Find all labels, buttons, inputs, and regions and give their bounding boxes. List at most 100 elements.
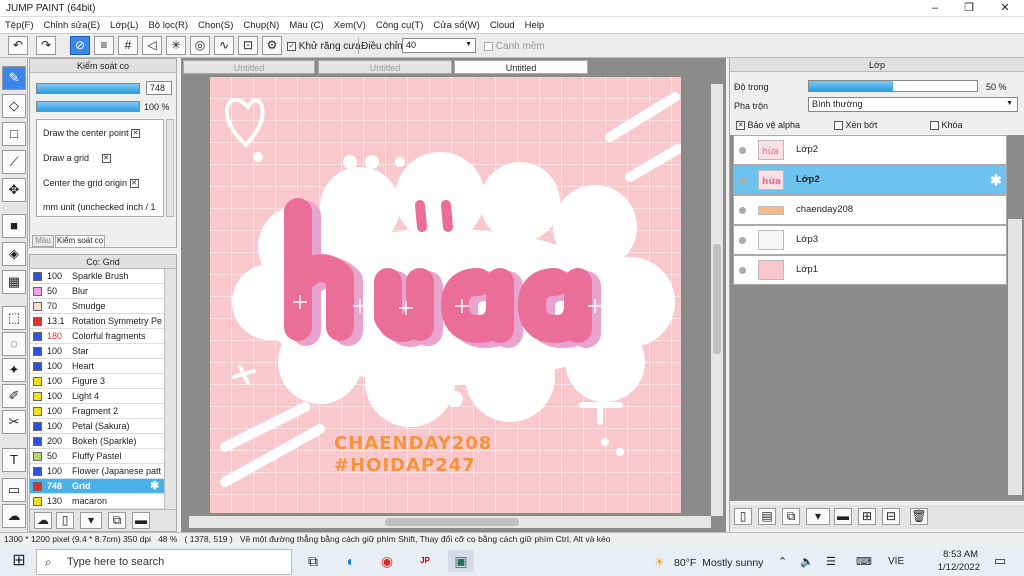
jump-paint-app-icon[interactable]: JP [412, 550, 438, 572]
menu-file[interactable]: Tệp(F) [0, 17, 39, 31]
layer-opacity-slider[interactable] [808, 80, 978, 92]
network-icon[interactable]: ☰ [826, 555, 836, 568]
layer-visibility-icon[interactable] [739, 267, 746, 274]
layer-row[interactable]: Lớp1 [733, 255, 1007, 285]
magic-wand-icon[interactable]: ✦ [2, 358, 26, 382]
edge-browser-icon[interactable]: ◐ [338, 550, 364, 572]
gradient-tool-icon[interactable]: ▦ [2, 270, 26, 294]
circle-snap-icon[interactable]: ◎ [190, 36, 210, 55]
chrome-icon[interactable]: ◉ [374, 550, 400, 572]
volume-icon[interactable]: 🔈 [800, 555, 814, 568]
brush-row-selected[interactable]: 748 Grid ✱ [30, 479, 164, 494]
text-tool-icon[interactable]: T [2, 448, 26, 472]
layer-add-menu-icon[interactable]: ▾ [806, 508, 830, 525]
weather-widget[interactable]: 80°F Mostly sunny [674, 557, 763, 569]
select-pen-icon[interactable]: ✐ [2, 384, 26, 408]
brush-copy-icon[interactable]: ⧉ [108, 512, 126, 529]
layer-mask-icon[interactable]: ⊟ [882, 508, 900, 525]
active-app-icon[interactable]: ▣ [448, 550, 474, 572]
layer-row[interactable]: hừa Lớp2 [733, 135, 1007, 165]
layer-visibility-icon[interactable] [739, 177, 746, 184]
brush-row[interactable]: 180 Colorful fragments [30, 329, 164, 344]
menu-cloud[interactable]: Cloud [485, 17, 520, 31]
maximize-button[interactable]: ❐ [952, 0, 986, 17]
snap-checkbox[interactable] [484, 41, 493, 51]
menu-capture[interactable]: Chụp(N) [238, 17, 284, 31]
select-eraser-icon[interactable]: ✂ [2, 410, 26, 434]
task-view-icon[interactable]: ⧉ [300, 550, 326, 572]
tab-untitled-2[interactable]: Untitled [318, 60, 452, 74]
brush-row[interactable]: 200 Bokeh (Sparkle) [30, 434, 164, 449]
blend-select[interactable]: Bình thường ▼ [808, 97, 1018, 112]
merge-layer-icon[interactable]: ⊞ [858, 508, 876, 525]
options-scrollbar[interactable] [166, 119, 174, 217]
tab-untitled-1[interactable]: Untitled [183, 60, 315, 74]
select-rect-icon[interactable]: ⬚ [2, 306, 26, 330]
lasso-tool-icon[interactable]: ◌ [2, 332, 26, 356]
rect-select-icon[interactable]: □ [2, 122, 26, 146]
ruler-icon[interactable]: ⊡ [238, 36, 258, 55]
brush-row[interactable]: 100 Heart [30, 359, 164, 374]
brush-row[interactable]: 100 Flower (Japanese patt [30, 464, 164, 479]
menu-window[interactable]: Cửa sổ(W) [428, 17, 484, 31]
layer-settings-gear-icon[interactable]: ✱ [990, 172, 1002, 189]
brush-size-slider[interactable] [36, 83, 140, 94]
brush-row[interactable]: 100 Petal (Sakura) [30, 419, 164, 434]
menu-help[interactable]: Help [520, 17, 550, 31]
brush-row[interactable]: 100 Star [30, 344, 164, 359]
brush-row[interactable]: 70 Smudge [30, 299, 164, 314]
fill-rect-icon[interactable]: ■ [2, 214, 26, 238]
brush-row[interactable]: 13.1 Rotation Symmetry Pe [30, 314, 164, 329]
new-vector-layer-icon[interactable]: ▤ [758, 508, 776, 525]
brush-row[interactable]: 100 Light 4 [30, 389, 164, 404]
brush-folder-icon[interactable]: ▬ [132, 512, 150, 529]
tray-chevron-icon[interactable]: ⌃ [778, 555, 787, 568]
brush-row[interactable]: 100 Figure 3 [30, 374, 164, 389]
menu-select[interactable]: Chọn(S) [193, 17, 238, 31]
canvas-hscroll[interactable] [189, 516, 711, 528]
pen-tool-icon[interactable]: ✎ [2, 66, 26, 90]
brush-row[interactable]: 50 Blur [30, 284, 164, 299]
layer-row[interactable]: Lớp3 [733, 225, 1007, 255]
brush-tool-icon[interactable]: ⟋ [2, 150, 26, 174]
menu-layer[interactable]: Lớp(L) [105, 17, 143, 31]
layer-visibility-icon[interactable] [739, 207, 746, 214]
menu-view[interactable]: Xem(V) [329, 17, 371, 31]
artwork-canvas[interactable]: CHAENDAY208 #HOIDAP247 [210, 77, 681, 513]
minimize-button[interactable]: – [918, 0, 952, 17]
hscroll-thumb[interactable] [385, 518, 519, 526]
brush-settings-gear-icon[interactable]: ✱ [150, 479, 159, 493]
grid-snap-icon[interactable]: # [118, 36, 138, 55]
antialias-checkbox[interactable]: ✓ [287, 41, 296, 51]
brush-row[interactable]: 50 Fluffy Pastel [30, 449, 164, 464]
tab-untitled-3[interactable]: Untitled [454, 60, 588, 74]
vscroll-thumb[interactable] [713, 244, 721, 354]
brush-cloud-icon[interactable]: ☁ [34, 512, 52, 529]
center-grid-checkbox[interactable]: ✕ [129, 179, 139, 189]
layer-folder-icon[interactable]: ▬ [834, 508, 852, 525]
brush-size-value[interactable]: 748 [146, 81, 172, 95]
clock-time[interactable]: 8:53 AM [938, 549, 978, 560]
brush-opacity-slider[interactable] [36, 101, 140, 112]
perspective-snap-icon[interactable]: ◁ [142, 36, 162, 55]
canvas-vscroll[interactable] [711, 84, 723, 516]
adjust-input[interactable]: 40 ▼ [402, 38, 476, 53]
clock-date[interactable]: 1/12/2022 [934, 562, 980, 573]
menu-tools[interactable]: Công cụ(T) [371, 17, 429, 31]
protect-alpha-checkbox[interactable]: ✕ [736, 121, 745, 131]
input-language[interactable]: VIE [888, 556, 904, 567]
parallel-snap-icon[interactable]: ≡ [94, 36, 114, 55]
keyboard-icon[interactable]: ⌨ [856, 555, 872, 568]
notification-icon[interactable]: ▭ [994, 553, 1006, 569]
delete-layer-icon[interactable]: 🗑 [910, 508, 928, 525]
layer-row[interactable]: chaenday208 [733, 195, 1007, 225]
center-point-checkbox[interactable]: ✕ [131, 129, 141, 139]
undo-icon[interactable]: ↶ [8, 36, 28, 55]
move-tool-icon[interactable]: ✥ [2, 178, 26, 202]
lock-checkbox[interactable] [930, 121, 939, 131]
layer-visibility-icon[interactable] [739, 147, 746, 154]
divider-tool-icon[interactable]: ▭ [2, 478, 26, 502]
menu-filter[interactable]: Bộ lọc(R) [143, 17, 193, 31]
curve-snap-icon[interactable]: ∿ [214, 36, 234, 55]
snap-off-icon[interactable]: ⊘ [70, 36, 90, 55]
